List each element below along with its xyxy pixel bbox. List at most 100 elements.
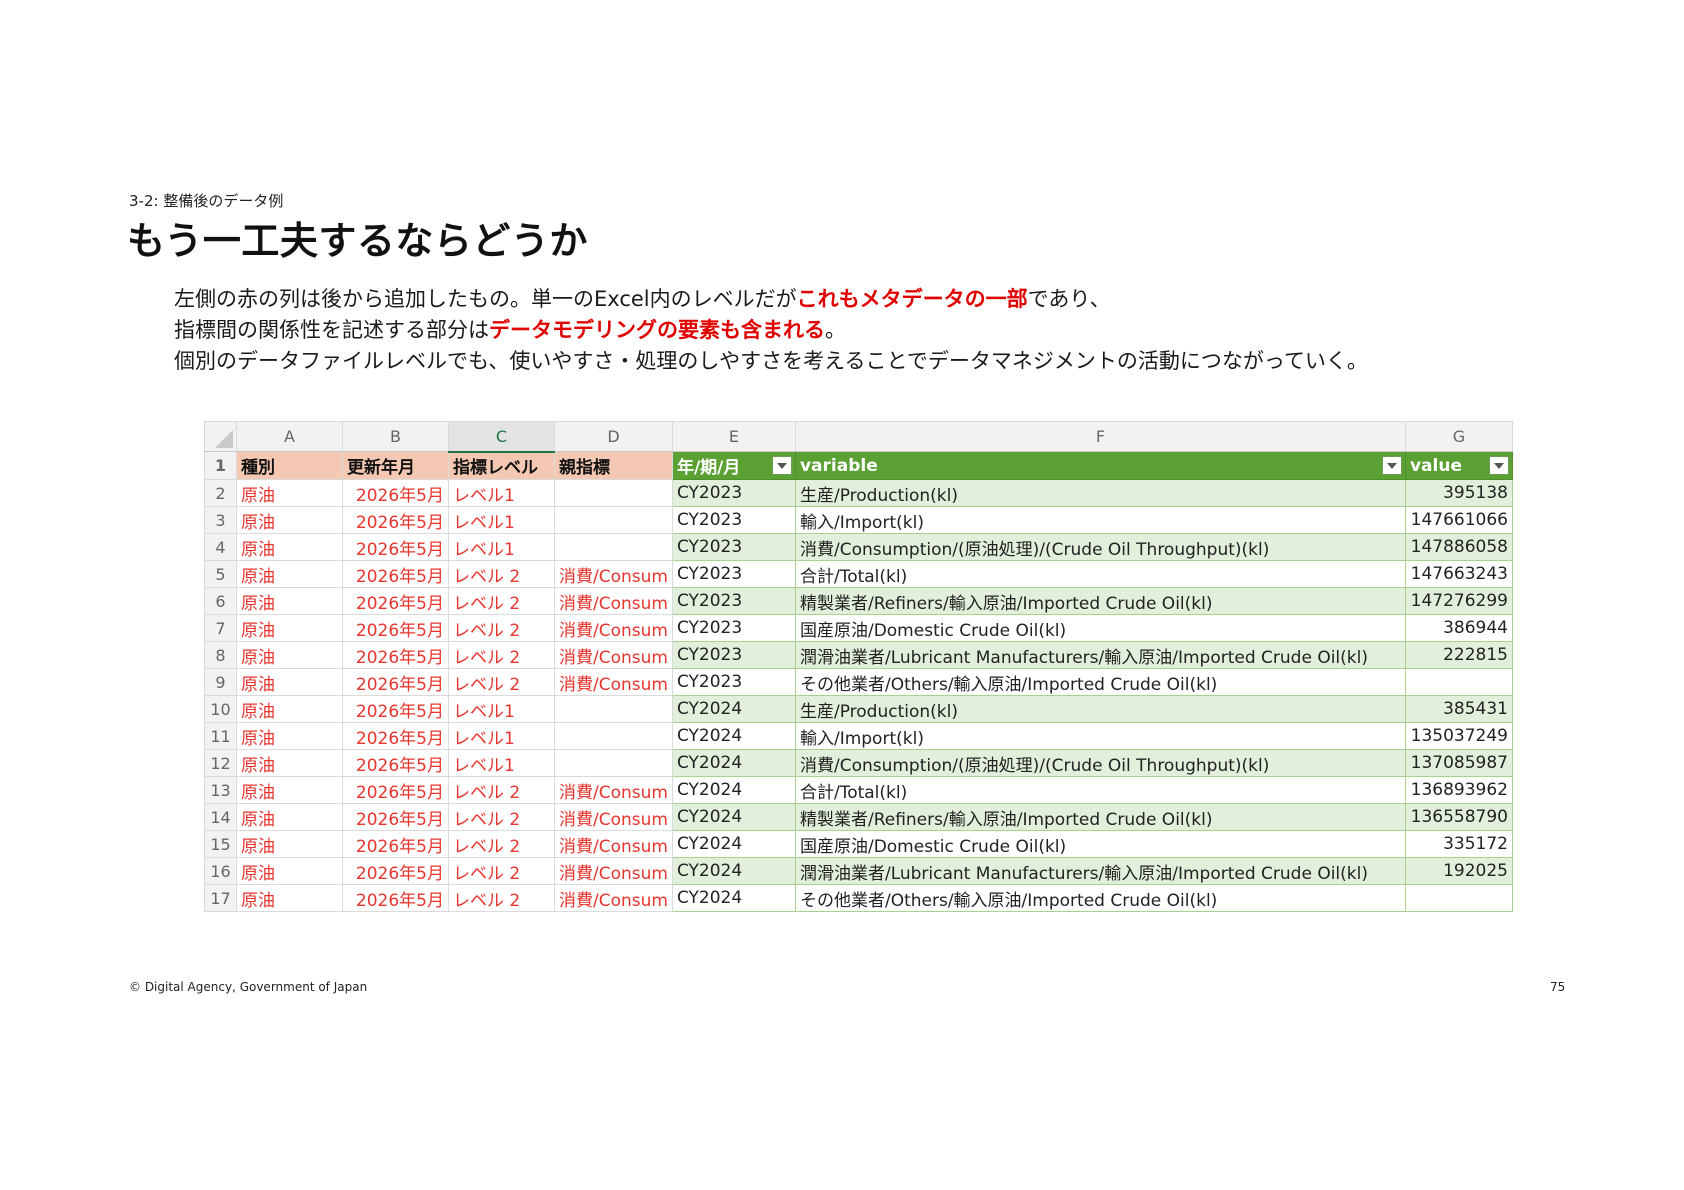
cell-value[interactable]: 136893962: [1404, 776, 1513, 804]
cell-parent[interactable]: 消費/Consum: [554, 803, 673, 831]
cell-type[interactable]: 原油: [236, 668, 343, 696]
header-cell-parent[interactable]: 親指標: [554, 451, 673, 480]
column-header-d[interactable]: D: [554, 421, 673, 452]
cell-parent[interactable]: [554, 695, 673, 723]
cell-type[interactable]: 原油: [236, 749, 343, 777]
cell-updated[interactable]: 2026年5月: [342, 641, 449, 669]
cell-level[interactable]: レベル 2: [448, 857, 555, 885]
cell-updated[interactable]: 2026年5月: [342, 479, 449, 507]
cell-value[interactable]: [1404, 668, 1513, 696]
column-header-e[interactable]: E: [671, 421, 796, 452]
cell-period[interactable]: CY2024: [671, 776, 796, 804]
header-cell-type[interactable]: 種別: [236, 451, 343, 480]
cell-parent[interactable]: 消費/Consum: [554, 668, 673, 696]
filter-dropdown-icon[interactable]: [771, 456, 792, 475]
cell-level[interactable]: レベル1: [448, 722, 555, 750]
cell-type[interactable]: 原油: [236, 776, 343, 804]
cell-variable[interactable]: 潤滑油業者/Lubricant Manufacturers/輸入原油/Impor…: [794, 641, 1406, 669]
cell-variable[interactable]: 潤滑油業者/Lubricant Manufacturers/輸入原油/Impor…: [794, 857, 1406, 885]
cell-type[interactable]: 原油: [236, 479, 343, 507]
cell-variable[interactable]: 消費/Consumption/(原油処理)/(Crude Oil Through…: [794, 533, 1406, 561]
cell-level[interactable]: レベル1: [448, 533, 555, 561]
cell-type[interactable]: 原油: [236, 884, 343, 912]
cell-level[interactable]: レベル 2: [448, 614, 555, 642]
cell-level[interactable]: レベル 2: [448, 668, 555, 696]
cell-variable[interactable]: 生産/Production(kl): [794, 695, 1406, 723]
cell-variable[interactable]: その他業者/Others/輸入原油/Imported Crude Oil(kl): [794, 668, 1406, 696]
cell-period[interactable]: CY2023: [671, 614, 796, 642]
cell-parent[interactable]: [554, 749, 673, 777]
cell-parent[interactable]: 消費/Consum: [554, 857, 673, 885]
cell-period[interactable]: CY2023: [671, 560, 796, 588]
cell-value[interactable]: [1404, 884, 1513, 912]
cell-type[interactable]: 原油: [236, 506, 343, 534]
row-number[interactable]: 1: [204, 451, 237, 480]
cell-period[interactable]: CY2023: [671, 506, 796, 534]
cell-type[interactable]: 原油: [236, 560, 343, 588]
header-cell-value[interactable]: value: [1404, 451, 1513, 480]
cell-level[interactable]: レベル1: [448, 695, 555, 723]
row-number[interactable]: 5: [204, 560, 237, 588]
cell-period[interactable]: CY2024: [671, 722, 796, 750]
cell-variable[interactable]: 輸入/Import(kl): [794, 722, 1406, 750]
cell-variable[interactable]: 消費/Consumption/(原油処理)/(Crude Oil Through…: [794, 749, 1406, 777]
cell-period[interactable]: CY2024: [671, 857, 796, 885]
cell-variable[interactable]: 生産/Production(kl): [794, 479, 1406, 507]
row-number[interactable]: 3: [204, 506, 237, 534]
cell-value[interactable]: 395138: [1404, 479, 1513, 507]
cell-type[interactable]: 原油: [236, 830, 343, 858]
cell-variable[interactable]: その他業者/Others/輸入原油/Imported Crude Oil(kl): [794, 884, 1406, 912]
cell-level[interactable]: レベル 2: [448, 830, 555, 858]
cell-value[interactable]: 147663243: [1404, 560, 1513, 588]
row-number[interactable]: 6: [204, 587, 237, 615]
cell-parent[interactable]: 消費/Consum: [554, 776, 673, 804]
cell-type[interactable]: 原油: [236, 722, 343, 750]
column-header-f[interactable]: F: [794, 421, 1406, 452]
row-number[interactable]: 8: [204, 641, 237, 669]
cell-variable[interactable]: 精製業者/Refiners/輸入原油/Imported Crude Oil(kl…: [794, 803, 1406, 831]
cell-period[interactable]: CY2023: [671, 641, 796, 669]
row-number[interactable]: 15: [204, 830, 237, 858]
cell-variable[interactable]: 合計/Total(kl): [794, 776, 1406, 804]
cell-updated[interactable]: 2026年5月: [342, 560, 449, 588]
cell-value[interactable]: 137085987: [1404, 749, 1513, 777]
cell-updated[interactable]: 2026年5月: [342, 668, 449, 696]
cell-value[interactable]: 192025: [1404, 857, 1513, 885]
cell-parent[interactable]: [554, 533, 673, 561]
cell-level[interactable]: レベル 2: [448, 776, 555, 804]
cell-type[interactable]: 原油: [236, 587, 343, 615]
row-number[interactable]: 13: [204, 776, 237, 804]
filter-dropdown-icon[interactable]: [1488, 456, 1509, 475]
cell-level[interactable]: レベル 2: [448, 884, 555, 912]
cell-type[interactable]: 原油: [236, 857, 343, 885]
row-number[interactable]: 14: [204, 803, 237, 831]
cell-variable[interactable]: 輸入/Import(kl): [794, 506, 1406, 534]
cell-value[interactable]: 147276299: [1404, 587, 1513, 615]
cell-type[interactable]: 原油: [236, 533, 343, 561]
column-header-b[interactable]: B: [342, 421, 449, 452]
column-header-a[interactable]: A: [236, 421, 343, 452]
cell-level[interactable]: レベル 2: [448, 560, 555, 588]
cell-parent[interactable]: 消費/Consum: [554, 641, 673, 669]
cell-type[interactable]: 原油: [236, 803, 343, 831]
cell-updated[interactable]: 2026年5月: [342, 506, 449, 534]
cell-updated[interactable]: 2026年5月: [342, 776, 449, 804]
column-header-g[interactable]: G: [1404, 421, 1513, 452]
cell-updated[interactable]: 2026年5月: [342, 533, 449, 561]
cell-value[interactable]: 147886058: [1404, 533, 1513, 561]
header-cell-level[interactable]: 指標レベル: [448, 451, 555, 480]
cell-period[interactable]: CY2024: [671, 803, 796, 831]
cell-value[interactable]: 136558790: [1404, 803, 1513, 831]
cell-variable[interactable]: 国産原油/Domestic Crude Oil(kl): [794, 614, 1406, 642]
cell-level[interactable]: レベル 2: [448, 587, 555, 615]
cell-period[interactable]: CY2023: [671, 668, 796, 696]
cell-updated[interactable]: 2026年5月: [342, 587, 449, 615]
cell-variable[interactable]: 合計/Total(kl): [794, 560, 1406, 588]
select-all-corner[interactable]: [204, 421, 237, 452]
cell-period[interactable]: CY2023: [671, 587, 796, 615]
row-number[interactable]: 4: [204, 533, 237, 561]
column-header-c[interactable]: C: [448, 421, 555, 453]
cell-period[interactable]: CY2024: [671, 830, 796, 858]
cell-level[interactable]: レベル 2: [448, 641, 555, 669]
cell-type[interactable]: 原油: [236, 614, 343, 642]
